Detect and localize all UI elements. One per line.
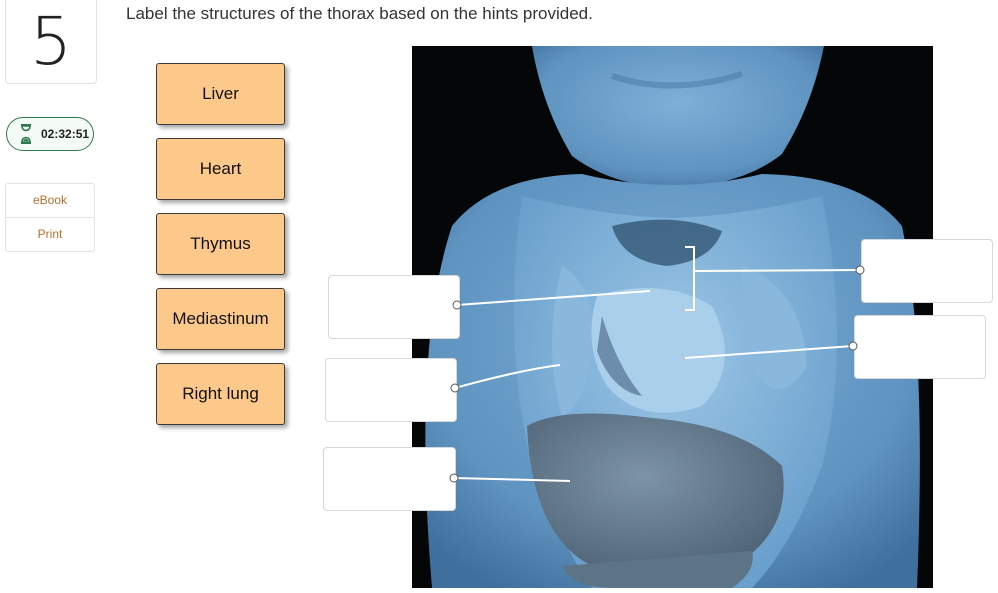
drop-target-1[interactable] <box>328 275 460 339</box>
question-number: 5 <box>5 0 97 84</box>
label-chip-liver[interactable]: Liver <box>156 63 285 125</box>
drop-target-4[interactable] <box>861 239 993 303</box>
label-chip-heart[interactable]: Heart <box>156 138 285 200</box>
drop-target-3[interactable] <box>323 447 456 511</box>
print-link[interactable]: Print <box>6 217 94 251</box>
question-prompt: Label the structures of the thorax based… <box>126 4 593 23</box>
label-chip-thymus[interactable]: Thymus <box>156 213 285 275</box>
resource-links: eBook Print <box>5 183 95 252</box>
label-chip-mediastinum[interactable]: Mediastinum <box>156 288 285 350</box>
timer[interactable]: 02:32:51 <box>6 117 94 151</box>
hourglass-icon <box>21 124 31 144</box>
label-chip-right-lung[interactable]: Right lung <box>156 363 285 425</box>
ebook-link[interactable]: eBook <box>6 184 94 217</box>
drop-target-5[interactable] <box>854 315 986 379</box>
drop-target-2[interactable] <box>325 358 457 422</box>
timer-value: 02:32:51 <box>41 127 90 141</box>
